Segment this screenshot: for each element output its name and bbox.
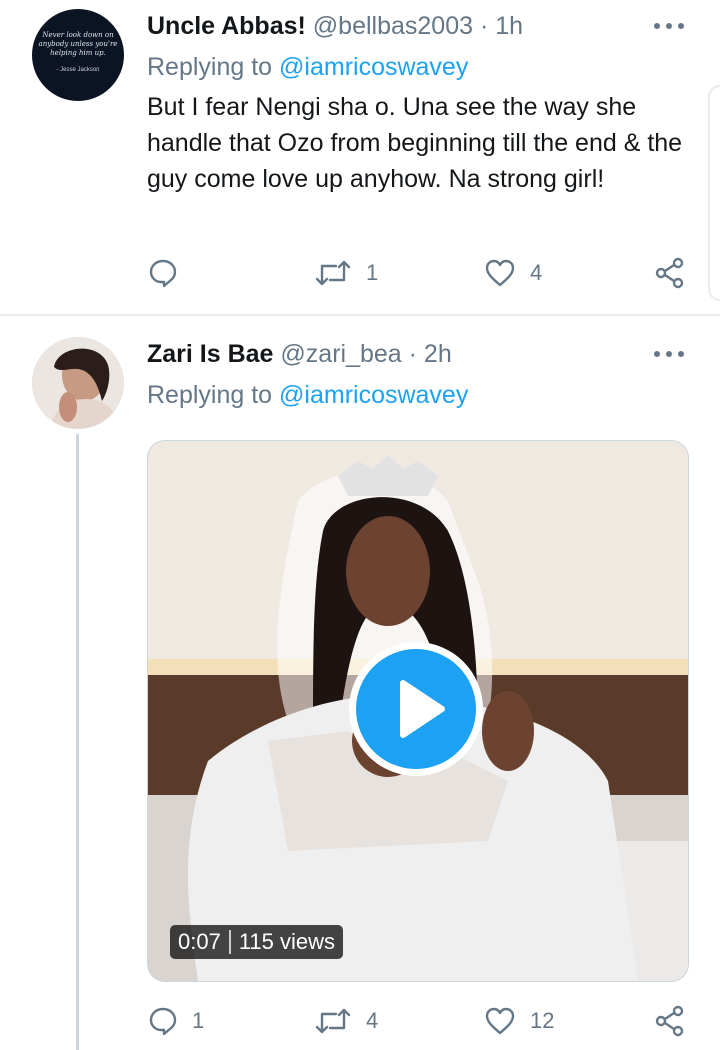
thread-line (76, 434, 79, 1050)
timestamp[interactable]: 1h (495, 12, 523, 40)
timestamp[interactable]: 2h (424, 340, 452, 368)
tweet-text: But I fear Nengi sha o. Una see the way … (147, 93, 683, 193)
tweet[interactable]: Zari Is Bae @zari_bea · 2h Replying to @… (0, 318, 720, 1050)
scroll-edge (708, 85, 720, 301)
reply-icon (149, 259, 177, 288)
play-button[interactable] (349, 642, 483, 776)
avatar[interactable]: Never look down on anybody unless you're… (32, 9, 124, 101)
reply-button[interactable]: 1 (148, 1001, 204, 1041)
like-button[interactable]: 12 (484, 1001, 554, 1041)
handle[interactable]: @bellbas2003 (313, 12, 473, 40)
separator: · (408, 340, 417, 368)
more-icon[interactable] (654, 23, 684, 31)
tweet-header: Zari Is Bae @zari_bea · 2h (147, 339, 452, 369)
reply-icon (149, 1007, 177, 1036)
like-icon (485, 259, 515, 287)
video-stats-badge: 0:07 115 views (170, 925, 344, 959)
mention-link[interactable]: @iamricoswavey (279, 381, 468, 409)
avatar-image (32, 337, 124, 429)
retweet-button[interactable]: 4 (314, 1001, 378, 1041)
mention-link[interactable]: @iamricoswavey (279, 53, 468, 81)
reply-button[interactable] (148, 253, 192, 293)
play-icon (400, 680, 445, 738)
separator: · (479, 12, 489, 40)
share-button[interactable] (654, 253, 686, 293)
video-views: 115 views (238, 929, 336, 954)
share-icon (655, 1005, 684, 1037)
display-name[interactable]: Zari Is Bae (147, 340, 273, 368)
video-player[interactable]: 0:07 115 views (147, 440, 689, 982)
divider (0, 314, 720, 316)
share-icon (655, 257, 684, 289)
avatar-quote: Never look down on anybody unless you're… (38, 31, 118, 73)
more-icon[interactable] (654, 351, 684, 359)
share-button[interactable] (654, 1001, 686, 1041)
handle[interactable]: @zari_bea (280, 340, 401, 368)
like-icon (485, 1007, 515, 1035)
avatar[interactable] (32, 337, 124, 429)
tweet-header: Uncle Abbas! @bellbas2003 · 1h (147, 11, 523, 41)
replying-to: Replying to @iamricoswavey (147, 381, 469, 409)
retweet-icon (315, 260, 351, 286)
retweet-icon (315, 1008, 351, 1034)
replying-to: Replying to @iamricoswavey (147, 53, 469, 81)
video-duration: 0:07 (178, 929, 221, 954)
display-name[interactable]: Uncle Abbas! (147, 12, 306, 40)
tweet[interactable]: Never look down on anybody unless you're… (0, 0, 720, 316)
tweet-actions: 1 4 12 (0, 1001, 720, 1041)
tweet-actions: 1 4 (0, 253, 720, 293)
retweet-button[interactable]: 1 (314, 253, 378, 293)
like-button[interactable]: 4 (484, 253, 542, 293)
